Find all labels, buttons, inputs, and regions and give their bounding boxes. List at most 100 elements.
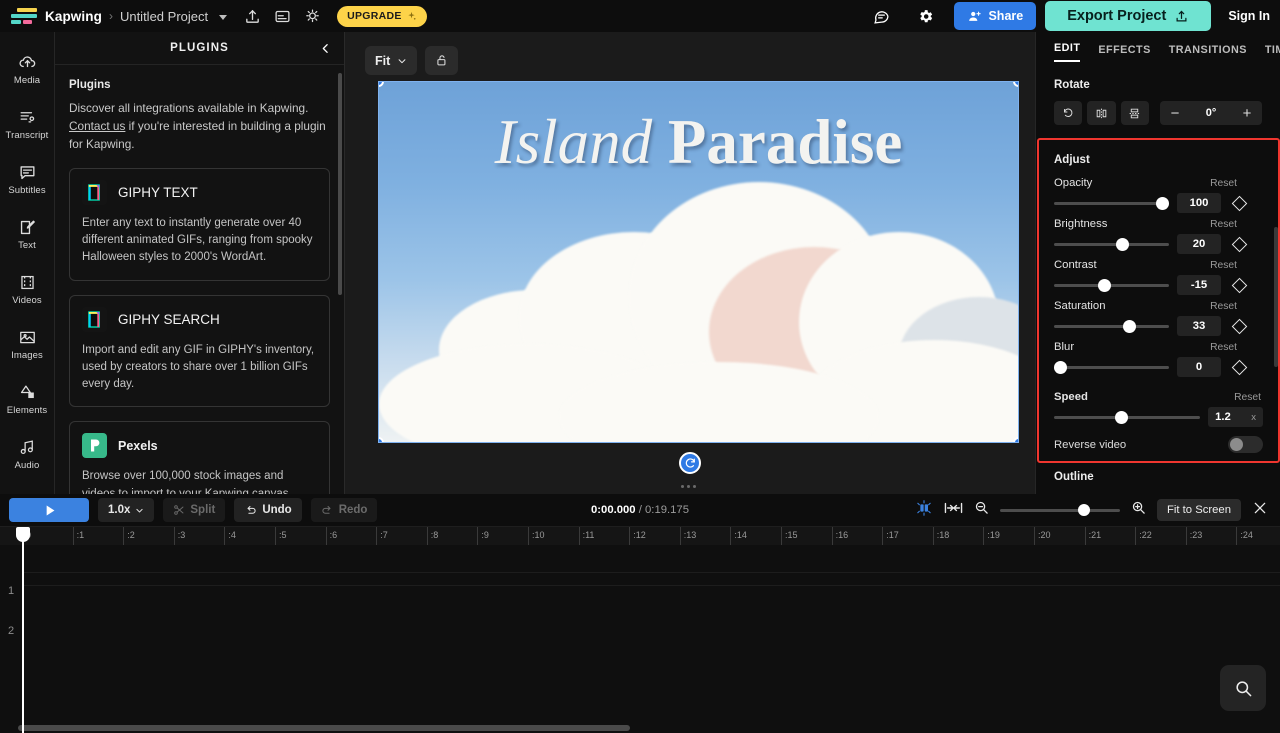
lock-aspect-button[interactable]	[425, 46, 458, 75]
panel-scrollbar[interactable]	[338, 73, 342, 295]
close-timeline-button[interactable]	[1252, 500, 1268, 521]
sidebar-item-media[interactable]: Media	[0, 42, 55, 97]
sidebar-item-subtitles[interactable]: Subtitles	[0, 152, 55, 207]
fit-selection-button[interactable]	[944, 501, 963, 520]
keyframe-diamond-icon[interactable]	[1232, 359, 1248, 375]
saturation-slider[interactable]	[1054, 319, 1169, 333]
upload-icon[interactable]	[237, 1, 267, 31]
split-button[interactable]: Split	[163, 498, 225, 522]
tab-timing[interactable]: TIMING	[1265, 44, 1280, 62]
gear-icon[interactable]	[910, 1, 940, 31]
speed-value-box[interactable]: 1.2 x	[1208, 407, 1263, 427]
image-icon	[18, 328, 37, 347]
magnet-snap-button[interactable]	[915, 500, 933, 521]
magnet-icon	[915, 500, 933, 516]
zoom-out-button[interactable]	[974, 500, 989, 520]
resize-handle-bottom-left[interactable]	[378, 437, 384, 443]
rotate-icon	[684, 457, 697, 470]
opacity-slider[interactable]	[1054, 196, 1169, 210]
captions-icon[interactable]	[267, 1, 297, 31]
flip-horizontal-button[interactable]	[1087, 101, 1115, 125]
zoom-in-button[interactable]	[1131, 500, 1146, 520]
sidebar-item-elements[interactable]: Elements	[0, 372, 55, 427]
search-fab-button[interactable]	[1220, 665, 1266, 711]
plugin-card-pexels[interactable]: Pexels Browse over 100,000 stock images …	[69, 421, 330, 494]
ruler-tick: :3	[174, 527, 186, 545]
brand-name[interactable]: Kapwing	[45, 9, 102, 24]
plugin-card-giphy-search[interactable]: GIPHY SEARCH Import and edit any GIF in …	[69, 295, 330, 408]
resize-handle-top-right[interactable]	[1013, 81, 1019, 87]
resize-handle-bottom-right[interactable]	[1013, 437, 1019, 443]
comment-icon[interactable]	[866, 1, 896, 31]
resize-handle-top-left[interactable]	[378, 81, 384, 87]
canvas-title-text[interactable]: Island Paradise	[379, 106, 1018, 179]
sidebar-item-images[interactable]: Images	[0, 317, 55, 372]
rotate-ccw-button[interactable]	[1054, 101, 1082, 125]
undo-button[interactable]: Undo	[234, 498, 301, 522]
timeline-zoom-slider[interactable]	[1000, 504, 1120, 516]
rotate-handle-button[interactable]	[679, 452, 701, 474]
plugins-panel-body: Plugins Discover all integrations availa…	[55, 65, 344, 494]
timeline-horizontal-scrollbar[interactable]	[18, 725, 630, 731]
share-button[interactable]: Share	[954, 2, 1036, 30]
keyframe-diamond-icon[interactable]	[1232, 318, 1248, 334]
play-button[interactable]	[9, 498, 89, 522]
reset-blur-button[interactable]: Reset	[1210, 342, 1237, 353]
sidebar-item-videos[interactable]: Videos	[0, 262, 55, 317]
saturation-value[interactable]: 33	[1177, 316, 1221, 336]
brightness-value[interactable]: 20	[1177, 234, 1221, 254]
control-saturation: Saturation Reset 33	[1036, 300, 1280, 336]
timeline-playhead[interactable]	[22, 527, 24, 733]
redo-icon	[321, 504, 334, 517]
brightness-slider[interactable]	[1054, 237, 1169, 251]
timeline-playhead-handle[interactable]	[16, 527, 30, 542]
contrast-slider[interactable]	[1054, 278, 1169, 292]
canvas-title-italic: Island	[495, 107, 653, 177]
fit-to-screen-button[interactable]: Fit to Screen	[1157, 499, 1241, 521]
project-name[interactable]: Untitled Project	[120, 9, 208, 24]
tab-effects[interactable]: EFFECTS	[1098, 44, 1150, 62]
rotation-increase-button[interactable]: +	[1232, 101, 1262, 125]
plugin-card-giphy-text[interactable]: GIPHY TEXT Enter any text to instantly g…	[69, 168, 330, 281]
kapwing-logo-icon[interactable]	[11, 8, 37, 24]
collapse-panel-button[interactable]	[314, 37, 336, 59]
reset-opacity-button[interactable]: Reset	[1210, 178, 1237, 189]
sign-in-button[interactable]: Sign In	[1228, 9, 1270, 23]
right-panel-scrollbar[interactable]	[1274, 227, 1278, 367]
keyframe-diamond-icon[interactable]	[1232, 195, 1248, 211]
contrast-value[interactable]: -15	[1177, 275, 1221, 295]
reverse-video-toggle[interactable]	[1228, 436, 1263, 453]
blur-slider[interactable]	[1054, 360, 1169, 374]
rotation-value[interactable]: 0°	[1190, 107, 1232, 119]
blur-value[interactable]: 0	[1177, 357, 1221, 377]
reset-brightness-button[interactable]: Reset	[1210, 219, 1237, 230]
plugin-name: GIPHY TEXT	[118, 185, 198, 200]
sidebar-item-transcript[interactable]: Transcript	[0, 97, 55, 152]
tab-transitions[interactable]: TRANSITIONS	[1169, 44, 1247, 62]
sidebar-item-audio[interactable]: Audio	[0, 427, 55, 482]
control-label: Saturation	[1054, 300, 1106, 312]
stage-resize-handle[interactable]	[681, 485, 696, 488]
lightbulb-icon[interactable]	[297, 1, 327, 31]
rotation-decrease-button[interactable]: −	[1160, 101, 1190, 125]
film-icon	[18, 273, 37, 292]
video-canvas[interactable]: Island Paradise	[378, 81, 1019, 443]
opacity-value[interactable]: 100	[1177, 193, 1221, 213]
redo-button[interactable]: Redo	[311, 498, 378, 522]
export-project-button[interactable]: Export Project	[1045, 1, 1211, 31]
flip-vertical-button[interactable]	[1121, 101, 1149, 125]
keyframe-diamond-icon[interactable]	[1232, 277, 1248, 293]
chevron-down-icon[interactable]	[219, 15, 227, 20]
reset-speed-button[interactable]: Reset	[1234, 392, 1261, 403]
sidebar-item-text[interactable]: Text	[0, 207, 55, 262]
keyframe-diamond-icon[interactable]	[1232, 236, 1248, 252]
timeline-ruler[interactable]: 0:1:2:3:4:5:6:7:8:9:10:11:12:13:14:15:16…	[0, 527, 1280, 545]
reset-contrast-button[interactable]: Reset	[1210, 260, 1237, 271]
speed-slider[interactable]	[1054, 410, 1200, 424]
upgrade-button[interactable]: UPGRADE	[337, 6, 427, 27]
fit-mode-dropdown[interactable]: Fit	[365, 46, 417, 75]
contact-us-link[interactable]: Contact us	[69, 119, 125, 133]
playback-speed-dropdown[interactable]: 1.0x	[98, 498, 154, 522]
tab-edit[interactable]: EDIT	[1054, 42, 1080, 62]
reset-saturation-button[interactable]: Reset	[1210, 301, 1237, 312]
